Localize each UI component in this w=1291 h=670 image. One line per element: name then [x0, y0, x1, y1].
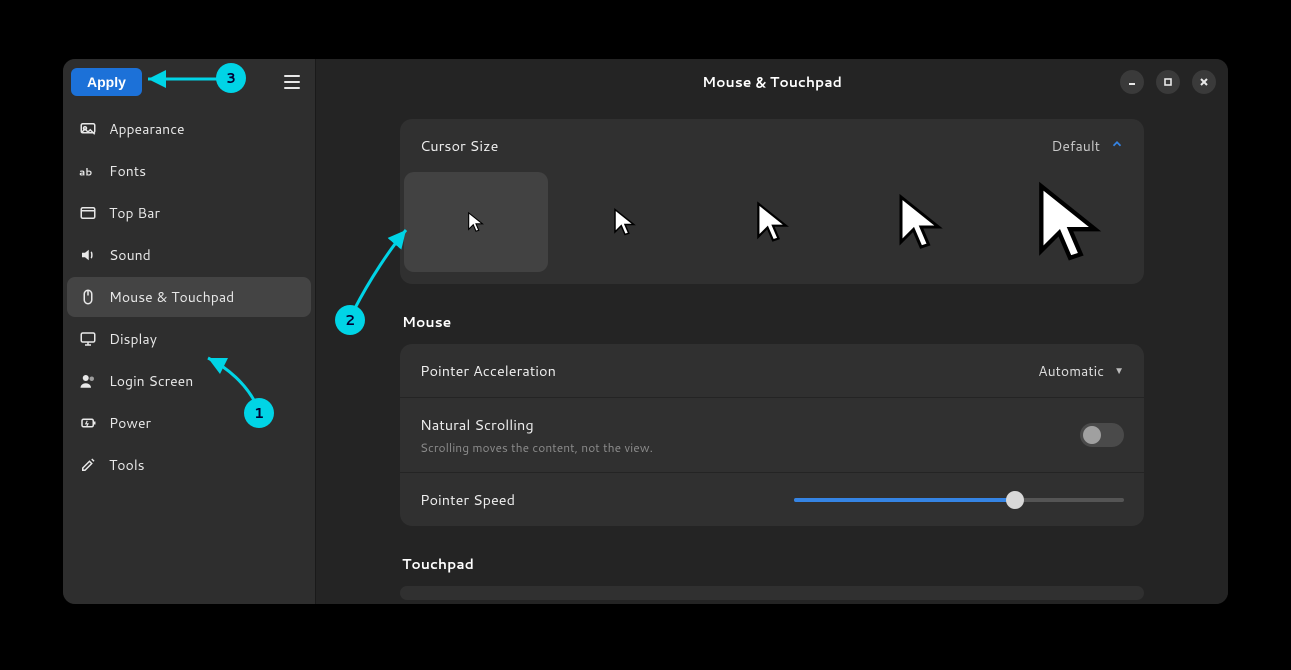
- cursor-size-value: Default: [1051, 136, 1100, 156]
- sidebar-item-label: Mouse & Touchpad: [109, 287, 234, 307]
- settings-window: Apply Appearance ab Fonts: [63, 59, 1228, 604]
- appearance-icon: [79, 120, 97, 138]
- sound-icon: [79, 246, 97, 264]
- cursor-arrow-icon: [610, 207, 640, 237]
- menu-button[interactable]: [277, 67, 307, 97]
- sidebar: Apply Appearance ab Fonts: [63, 59, 316, 604]
- maximize-button[interactable]: [1156, 70, 1180, 94]
- page-title: Mouse & Touchpad: [316, 72, 1228, 92]
- touchpad-panel: [400, 586, 1144, 600]
- cursor-arrow-icon: [1027, 179, 1113, 265]
- sidebar-item-label: Fonts: [109, 161, 146, 181]
- natural-scrolling-switch[interactable]: [1080, 423, 1124, 447]
- mouse-panel: Pointer Acceleration Automatic ▼ Natural…: [400, 344, 1144, 526]
- switch-knob: [1083, 426, 1101, 444]
- pointer-acceleration-label: Pointer Acceleration: [420, 360, 556, 381]
- pointer-speed-label: Pointer Speed: [420, 489, 515, 510]
- natural-scrolling-sub: Scrolling moves the content, not the vie…: [420, 439, 1080, 456]
- sidebar-item-fonts[interactable]: ab Fonts: [67, 151, 311, 191]
- pointer-speed-row: Pointer Speed: [400, 473, 1144, 526]
- slider-fill: [794, 498, 1015, 502]
- chevron-down-icon: ▼: [1114, 364, 1124, 378]
- svg-text:ab: ab: [79, 166, 92, 180]
- slider-track: [794, 498, 1124, 502]
- cursor-size-option-3[interactable]: [701, 172, 845, 272]
- sidebar-item-label: Power: [109, 413, 151, 433]
- natural-scrolling-label: Natural Scrolling: [420, 414, 1080, 435]
- cursor-size-option-4[interactable]: [849, 172, 993, 272]
- cursor-size-panel: Cursor Size Default: [400, 119, 1144, 284]
- titlebar: Mouse & Touchpad: [316, 59, 1228, 105]
- minimize-button[interactable]: [1120, 70, 1144, 94]
- content: Cursor Size Default: [316, 105, 1228, 604]
- hamburger-icon: [284, 75, 300, 77]
- topbar-icon: [79, 204, 97, 222]
- sidebar-item-label: Appearance: [109, 119, 185, 139]
- cursor-size-option-1[interactable]: [404, 172, 548, 272]
- minimize-icon: [1127, 77, 1137, 87]
- cursor-size-header[interactable]: Cursor Size Default: [400, 119, 1144, 172]
- display-icon: [79, 330, 97, 348]
- pointer-acceleration-row[interactable]: Pointer Acceleration Automatic ▼: [400, 344, 1144, 398]
- main-area: Mouse & Touchpad Cursor Size De: [316, 59, 1228, 604]
- close-button[interactable]: [1192, 70, 1216, 94]
- sidebar-item-label: Sound: [109, 245, 151, 265]
- sidebar-item-label: Login Screen: [109, 371, 193, 391]
- pointer-acceleration-value: Automatic: [1038, 361, 1104, 381]
- sidebar-nav: Appearance ab Fonts Top Bar Sound: [63, 105, 315, 489]
- sidebar-item-display[interactable]: Display: [67, 319, 311, 359]
- power-icon: [79, 414, 97, 432]
- fonts-icon: ab: [79, 162, 97, 180]
- mouse-section-title: Mouse: [402, 312, 1144, 332]
- sidebar-header: Apply: [63, 59, 315, 105]
- sidebar-item-label: Top Bar: [109, 203, 160, 223]
- window-controls: [1120, 70, 1216, 94]
- sidebar-item-topbar[interactable]: Top Bar: [67, 193, 311, 233]
- sidebar-item-power[interactable]: Power: [67, 403, 311, 443]
- cursor-arrow-icon: [891, 192, 951, 252]
- cursor-size-label: Cursor Size: [420, 135, 498, 156]
- sidebar-item-mouse-touchpad[interactable]: Mouse & Touchpad: [67, 277, 311, 317]
- pointer-speed-slider[interactable]: [794, 490, 1124, 510]
- touchpad-section-title: Touchpad: [402, 554, 1144, 574]
- close-icon: [1199, 77, 1209, 87]
- tools-icon: [79, 456, 97, 474]
- mouse-icon: [79, 288, 97, 306]
- sidebar-item-appearance[interactable]: Appearance: [67, 109, 311, 149]
- login-icon: [79, 372, 97, 390]
- cursor-size-options: [400, 172, 1144, 284]
- maximize-icon: [1163, 77, 1173, 87]
- cursor-arrow-icon: [465, 211, 487, 233]
- cursor-size-option-2[interactable]: [552, 172, 696, 272]
- cursor-size-option-5[interactable]: [998, 172, 1142, 272]
- sidebar-item-tools[interactable]: Tools: [67, 445, 311, 485]
- chevron-up-icon: [1110, 136, 1124, 156]
- slider-thumb[interactable]: [1006, 491, 1024, 509]
- apply-button[interactable]: Apply: [71, 68, 142, 96]
- cursor-arrow-icon: [751, 200, 795, 244]
- sidebar-item-login-screen[interactable]: Login Screen: [67, 361, 311, 401]
- natural-scrolling-row: Natural Scrolling Scrolling moves the co…: [400, 398, 1144, 473]
- sidebar-item-label: Tools: [109, 455, 145, 475]
- sidebar-item-label: Display: [109, 329, 157, 349]
- sidebar-item-sound[interactable]: Sound: [67, 235, 311, 275]
